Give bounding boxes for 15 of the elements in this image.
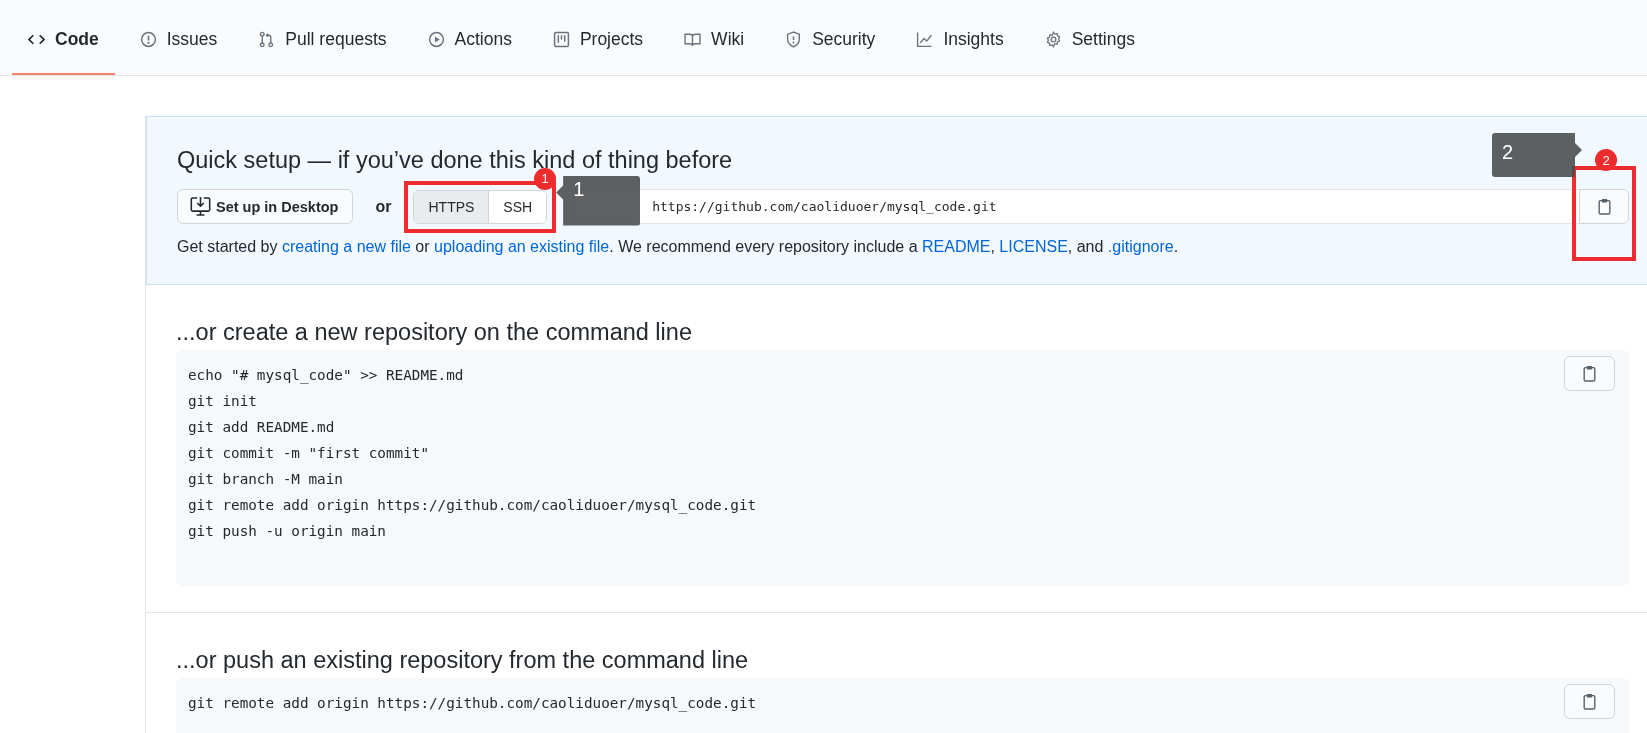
code-line: git branch -M main	[188, 470, 344, 489]
code-line: git init	[188, 392, 258, 411]
hint-text: Get started by creating a new file or uploading an existing file. We recommend every repository include a README, LICENSE, and .gitignore.	[177, 238, 1180, 256]
code-line: echo "# mysql_code" >> README.md	[188, 366, 465, 386]
code-line: git push -u origin main	[188, 522, 387, 541]
section-heading: ...or push an existing repository from the command line	[176, 647, 750, 674]
or-label: or	[375, 197, 392, 216]
step-badge: 1	[534, 167, 557, 190]
step-badge: 2	[1595, 149, 1617, 171]
step-tooltip: 2	[1492, 133, 1582, 177]
code-line: git commit -m "first commit"	[188, 444, 430, 463]
code-line: git remote add origin https://github.com/caoliduoer/mysql_code.git	[188, 496, 758, 516]
section-heading: ...or create a new repository on the command line	[176, 319, 693, 346]
code-line: git remote add origin https://github.com/caoliduoer/mysql_code.git	[188, 694, 758, 714]
code-line: git add README.md	[188, 418, 336, 437]
